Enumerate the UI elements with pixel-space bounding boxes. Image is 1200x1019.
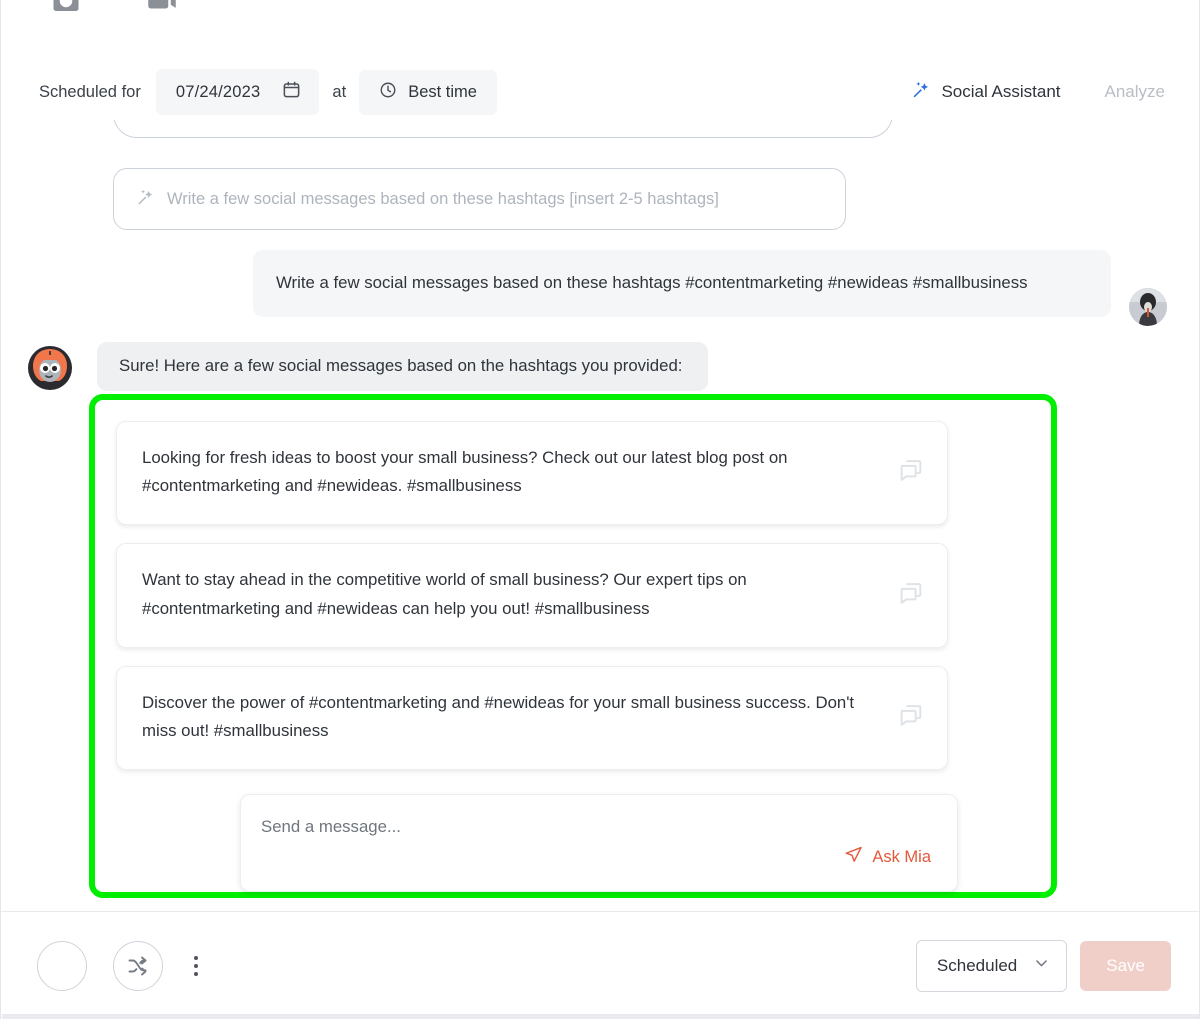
prompt-suggestion-pill[interactable]: Write a few social messages based on the…: [113, 168, 846, 230]
social-composer-window: Scheduled for 07/24/2023 at Best time So…: [0, 0, 1200, 1019]
assistant-avatar-icon: [27, 345, 73, 391]
tab-social-assistant-label: Social Assistant: [941, 82, 1061, 101]
schedule-bar: Scheduled for 07/24/2023 at Best time So…: [1, 66, 1199, 118]
ask-mia-label: Ask Mia: [872, 847, 931, 866]
suggested-post-text: Discover the power of #contentmarketing …: [142, 692, 855, 741]
user-message-text: Write a few social messages based on the…: [253, 250, 1111, 318]
prompt-suggestion-text: Write a few social messages based on the…: [167, 189, 719, 208]
tab-social-assistant[interactable]: Social Assistant: [911, 80, 1061, 104]
post-status-value: Scheduled: [936, 955, 1018, 975]
chevron-down-icon: [1033, 955, 1050, 977]
horizontal-scrollbar[interactable]: [2, 1014, 1199, 1019]
clock-icon: [379, 81, 397, 104]
calendar-icon[interactable]: [282, 80, 301, 104]
tab-analyze[interactable]: Analyze: [1105, 82, 1165, 102]
schedule-time-field[interactable]: Best time: [359, 69, 497, 115]
assistant-tabs: Social Assistant Analyze: [911, 80, 1165, 104]
message-composer[interactable]: Send a message... Ask Mia: [240, 794, 958, 892]
image-icon[interactable]: [51, 0, 81, 21]
suggested-post-text: Want to stay ahead in the competitive wo…: [142, 570, 747, 618]
suggested-posts-list: Looking for fresh ideas to boost your sm…: [116, 421, 948, 788]
chat-scroll-area: Write a few social messages based on the…: [1, 120, 1199, 910]
user-message-row: Write a few social messages based on the…: [1, 250, 1199, 326]
schedule-date-field[interactable]: 07/24/2023: [155, 69, 320, 115]
prompt-suggestion-previous[interactable]: [113, 120, 893, 138]
suggested-post-card[interactable]: Discover the power of #contentmarketing …: [116, 665, 948, 771]
user-avatar: [1129, 288, 1167, 326]
assistant-message-row: Sure! Here are a few social messages bas…: [1, 342, 1199, 391]
post-status-select[interactable]: Scheduled: [915, 939, 1068, 992]
scheduled-for-label: Scheduled for: [39, 82, 141, 101]
profile-circle[interactable]: [37, 940, 87, 991]
assistant-message-text: Sure! Here are a few social messages bas…: [97, 342, 709, 391]
footer-actions: Scheduled Save: [915, 939, 1171, 992]
paper-plane-icon: [844, 845, 863, 869]
ask-mia-button[interactable]: Ask Mia: [844, 845, 931, 869]
copy-to-post-icon[interactable]: [897, 579, 925, 612]
video-icon[interactable]: [147, 0, 177, 21]
schedule-time-value: Best time: [408, 82, 477, 101]
suggested-post-card[interactable]: Looking for fresh ideas to boost your sm…: [116, 421, 948, 526]
suggested-post-card[interactable]: Want to stay ahead in the competitive wo…: [116, 543, 948, 648]
at-label: at: [332, 82, 347, 101]
shuffle-icon[interactable]: [113, 940, 163, 991]
message-input-placeholder[interactable]: Send a message...: [261, 817, 933, 837]
kebab-menu-icon[interactable]: [183, 955, 209, 976]
save-button[interactable]: Save: [1080, 940, 1171, 991]
media-toolbar: [51, 0, 177, 21]
suggested-post-text: Looking for fresh ideas to boost your sm…: [142, 448, 788, 496]
footer-toolbar: Scheduled Save: [1, 911, 1199, 1019]
magic-wand-icon: [136, 188, 154, 211]
copy-to-post-icon[interactable]: [897, 702, 925, 735]
magic-wand-icon: [911, 80, 930, 104]
schedule-date-value: 07/24/2023: [175, 82, 261, 101]
copy-to-post-icon[interactable]: [897, 457, 925, 490]
